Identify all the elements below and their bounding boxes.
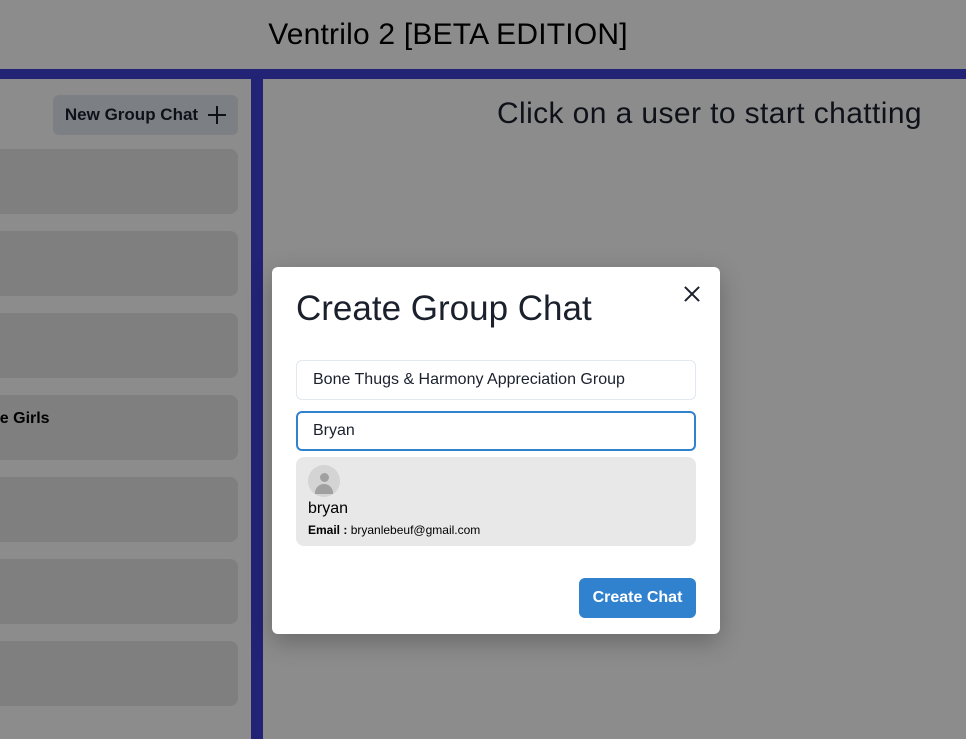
user-result-email-row: Email : bryanlebeuf@gmail.com (308, 523, 480, 537)
create-group-chat-modal: Create Group Chat bryan Email : bryanleb… (272, 267, 720, 634)
chat-name-input[interactable] (296, 360, 696, 400)
close-icon (684, 286, 700, 302)
add-users-search-input[interactable] (296, 411, 696, 451)
avatar-body-shape (315, 484, 333, 494)
user-result-email-label: Email : (308, 523, 348, 537)
user-result-email: bryanlebeuf@gmail.com (350, 523, 481, 537)
app-page: Ventrilo 2 [BETA EDITION] New Group Chat… (0, 0, 966, 739)
create-chat-button[interactable]: Create Chat (579, 578, 696, 618)
modal-close-button[interactable] (679, 281, 705, 307)
avatar-head-shape (320, 473, 329, 482)
modal-title: Create Group Chat (296, 289, 592, 328)
avatar (308, 465, 340, 497)
user-result-name: bryan (308, 500, 349, 517)
user-search-result[interactable]: bryan Email : bryanlebeuf@gmail.com (296, 457, 696, 546)
